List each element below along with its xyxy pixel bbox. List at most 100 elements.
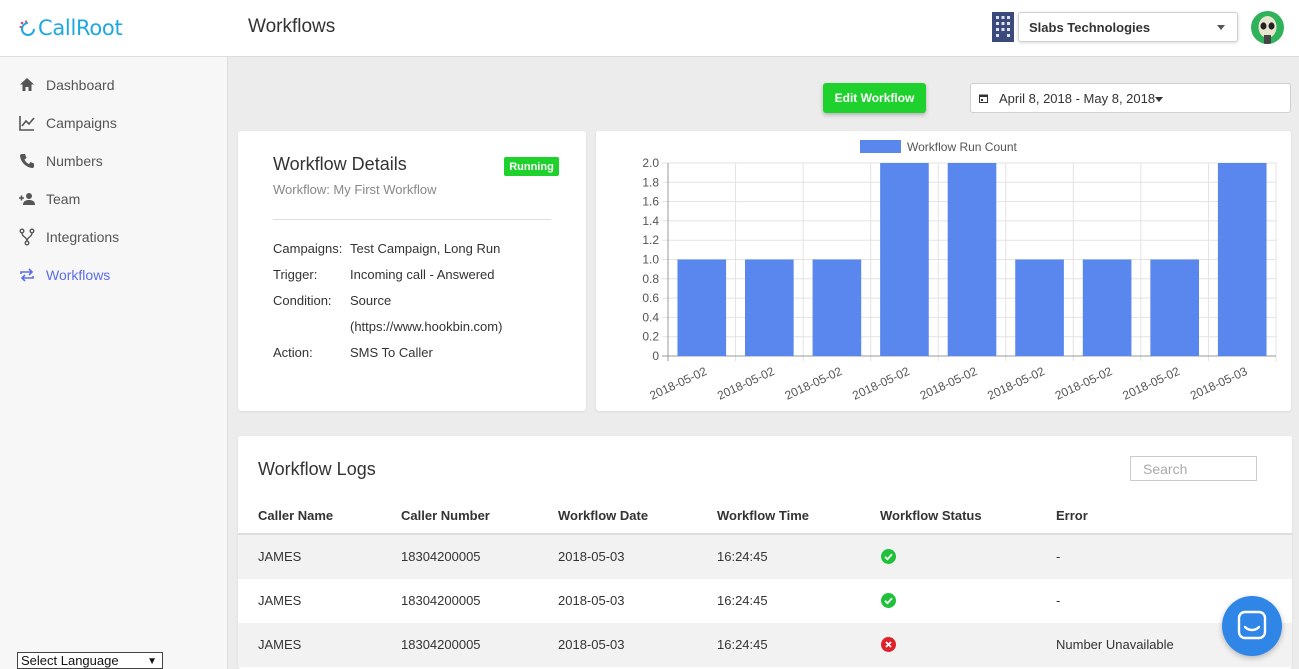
cell-error: Number Unavailable (1056, 637, 1174, 652)
bar (812, 259, 862, 356)
chat-launcher-button[interactable] (1222, 596, 1282, 656)
y-tick-label: 1.6 (642, 195, 659, 209)
chat-icon (1237, 610, 1267, 640)
sidebar: Dashboard Campaigns Numbers Team Integra… (0, 57, 228, 669)
top-bar: CallRoot Workflows Slabs Technologies (0, 0, 1299, 57)
sidebar-item-label: Dashboard (46, 77, 115, 93)
x-tick-label: 2018-05-02 (783, 364, 845, 403)
legend-swatch (860, 140, 901, 153)
bar (1082, 259, 1132, 356)
detail-key: Action: (273, 345, 313, 360)
cell-caller-number: 18304200005 (401, 549, 481, 564)
cell-error: - (1056, 593, 1061, 608)
sidebar-item-workflows[interactable]: Workflows (0, 260, 228, 290)
cell-caller-name: JAMES (258, 593, 302, 608)
sidebar-item-label: Team (46, 191, 81, 207)
table-row[interactable]: JAMES 18304200005 2018-05-03 16:24:45 - (238, 579, 1292, 623)
detail-value: SMS To Caller (350, 345, 433, 360)
avatar[interactable] (1251, 11, 1284, 44)
language-select[interactable]: Select Language ▼ (17, 652, 163, 669)
details-subtitle: Workflow: My First Workflow (273, 182, 437, 197)
logo-text: CallRoot (38, 16, 123, 40)
workflow-run-chart-card: 0 0.2 0.4 0.6 0.8 1.0 1.2 1.4 1.6 1.8 2.0 2018-05-0… (596, 131, 1291, 411)
bar (947, 163, 997, 356)
cell-caller-name: JAMES (258, 549, 302, 564)
y-tick-label: 0 (652, 349, 659, 363)
cell-workflow-time: 16:24:45 (717, 593, 768, 608)
company-name: Slabs Technologies (1029, 19, 1151, 35)
x-tick-label: 2018-05-03 (1188, 364, 1250, 403)
cell-workflow-date: 2018-05-03 (558, 593, 625, 608)
chevron-down-icon (1217, 25, 1225, 30)
divider (273, 219, 551, 220)
bar (745, 259, 794, 356)
cell-workflow-time: 16:24:45 (717, 637, 768, 652)
detail-value: Source (350, 293, 392, 308)
x-tick-label: 2018-05-02 (715, 364, 777, 403)
column-header-workflow-time[interactable]: Workflow Time (717, 508, 809, 523)
cell-workflow-date: 2018-05-03 (558, 637, 625, 652)
table-row[interactable]: JAMES 18304200005 2018-05-03 16:24:45 - (238, 535, 1292, 579)
x-tick-label: 2018-05-02 (918, 364, 980, 403)
y-tick-label: 1.8 (642, 175, 659, 189)
alien-avatar-icon (1258, 16, 1277, 44)
bar (880, 163, 929, 356)
workflow-details-card: Workflow Details Workflow: My First Work… (238, 131, 586, 411)
sidebar-item-label: Integrations (46, 229, 120, 245)
callroot-logo[interactable]: CallRoot (18, 14, 123, 42)
bar (1015, 259, 1064, 356)
column-header-error[interactable]: Error (1056, 508, 1088, 523)
detail-key: Trigger: (273, 267, 318, 282)
date-range-picker[interactable]: April 8, 2018 - May 8, 2018 (970, 83, 1291, 113)
y-tick-label: 1.0 (642, 253, 659, 267)
y-tick-label: 0.6 (642, 291, 659, 305)
success-check-icon (881, 593, 896, 608)
y-tick-label: 2.0 (642, 156, 659, 170)
workflow-run-chart: 0 0.2 0.4 0.6 0.8 1.0 1.2 1.4 1.6 1.8 2.0 2018-05-0… (642, 140, 1277, 403)
detail-value: Test Campaign, Long Run (350, 241, 501, 256)
column-header-caller-number[interactable]: Caller Number (401, 508, 490, 523)
edit-workflow-button[interactable]: Edit Workflow (823, 83, 926, 113)
logo-mark-icon (19, 20, 35, 36)
sidebar-item-numbers[interactable]: Numbers (0, 146, 228, 176)
success-check-icon (881, 549, 896, 564)
cell-caller-number: 18304200005 (401, 593, 481, 608)
cell-workflow-time: 16:24:45 (717, 549, 768, 564)
detail-key: Condition: (273, 293, 332, 308)
status-badge: Running (504, 157, 559, 176)
sidebar-item-label: Numbers (46, 153, 103, 169)
detail-key: Campaigns: (273, 241, 343, 256)
repeat-arrows-icon (20, 268, 34, 282)
sidebar-item-team[interactable]: Team (0, 184, 228, 214)
bar (1150, 259, 1199, 356)
logs-title: Workflow Logs (258, 459, 376, 479)
column-header-workflow-date[interactable]: Workflow Date (558, 508, 648, 523)
detail-value: Incoming call - Answered (350, 267, 495, 282)
sidebar-item-dashboard[interactable]: Dashboard (0, 70, 228, 100)
cell-workflow-date: 2018-05-03 (558, 549, 625, 564)
home-icon (20, 78, 34, 91)
sidebar-item-campaigns[interactable]: Campaigns (0, 108, 228, 138)
error-x-icon (881, 637, 896, 652)
details-title: Workflow Details (273, 154, 407, 174)
column-header-workflow-status[interactable]: Workflow Status (880, 508, 982, 523)
line-chart-icon (19, 116, 35, 131)
company-select[interactable]: Slabs Technologies (1018, 12, 1238, 42)
bar (677, 259, 727, 356)
page-title: Workflows (248, 16, 336, 37)
sidebar-item-integrations[interactable]: Integrations (0, 222, 228, 252)
dropdown-triangle-icon: ▼ (147, 656, 157, 667)
y-tick-label: 0.4 (642, 310, 659, 324)
x-tick-label: 2018-05-02 (985, 364, 1047, 403)
search-input[interactable] (1130, 456, 1257, 481)
building-icon (992, 12, 1014, 42)
sidebar-item-label: Workflows (46, 267, 111, 283)
phone-icon (20, 154, 34, 168)
add-user-icon (19, 193, 35, 205)
x-tick-label: 2018-05-02 (850, 364, 912, 403)
table-row[interactable]: JAMES 18304200005 2018-05-03 16:24:45 Nu… (238, 623, 1292, 667)
y-tick-label: 0.8 (642, 272, 659, 286)
x-tick-label: 2018-05-02 (1120, 364, 1182, 403)
column-header-caller-name[interactable]: Caller Name (258, 508, 333, 523)
workflow-logs-card: Workflow Logs Caller Name Caller Number … (238, 436, 1292, 669)
